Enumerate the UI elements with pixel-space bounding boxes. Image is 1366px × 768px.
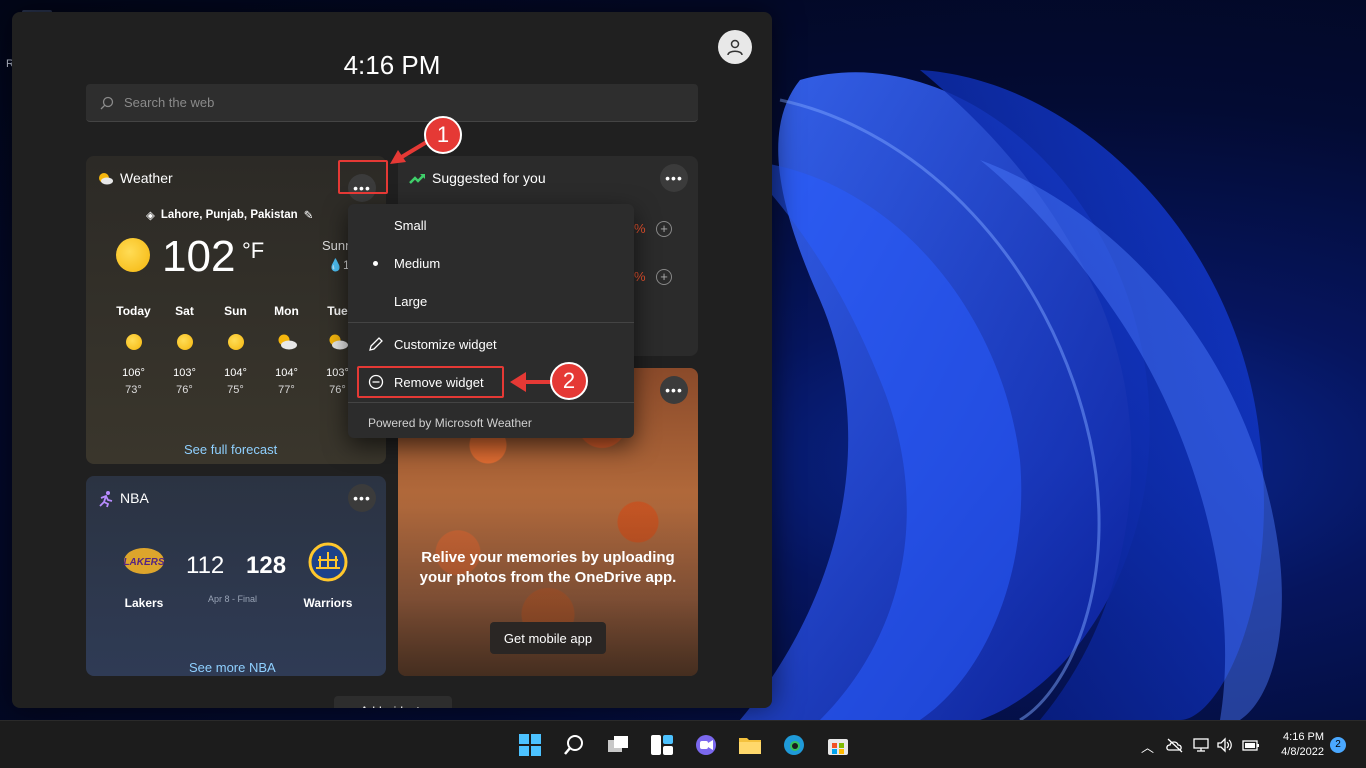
forecast-day[interactable]: Sat 103° 76°: [159, 304, 210, 396]
forecast-day-name: Sun: [224, 304, 247, 318]
menu-item-small[interactable]: Small: [348, 218, 634, 233]
team-name: Lakers: [124, 596, 164, 610]
trending-icon: [409, 174, 425, 184]
sun-icon: [125, 334, 142, 350]
chat-icon[interactable]: [694, 733, 718, 757]
menu-item-customize[interactable]: Customize widget: [348, 337, 634, 352]
store-icon[interactable]: [826, 733, 850, 757]
more-dots-icon: •••: [665, 382, 683, 398]
onedrive-offline-icon[interactable]: [1166, 737, 1184, 753]
current-temperature: 102: [162, 232, 236, 281]
user-icon: [727, 39, 743, 56]
chevron-up-icon[interactable]: ︿: [1141, 737, 1154, 756]
forecast-low: 75°: [227, 384, 244, 396]
forecast-day[interactable]: Today 106° 73°: [108, 304, 159, 396]
search-input[interactable]: Search the web: [86, 84, 698, 122]
nba-title: NBA: [120, 490, 149, 506]
see-full-forecast-link[interactable]: See full forecast: [184, 442, 277, 457]
menu-item-medium[interactable]: Medium: [348, 256, 634, 271]
sun-icon: [227, 334, 244, 350]
partly-cloudy-icon: [329, 334, 348, 350]
add-widgets-button[interactable]: Add widgets: [334, 696, 452, 708]
warriors-logo-icon: [308, 542, 348, 582]
get-mobile-app-button[interactable]: Get mobile app: [490, 622, 606, 654]
forecast-day[interactable]: Sun 104° 75°: [210, 304, 261, 396]
team-score: 128: [246, 552, 287, 579]
nba-more-button[interactable]: •••: [348, 484, 376, 512]
running-person-icon: [99, 491, 113, 508]
widgets-icon[interactable]: [650, 733, 674, 757]
taskbar-date: 4/8/2022: [1281, 746, 1324, 758]
notification-badge[interactable]: 2: [1330, 737, 1346, 753]
location-label: Lahore, Punjab, Pakistan: [160, 209, 298, 221]
photos-more-button[interactable]: •••: [660, 376, 688, 404]
widget-context-menu: Small Medium Large Customize widget Remo…: [348, 204, 634, 438]
forecast-day[interactable]: Mon 104° 77°: [261, 304, 312, 396]
search-placeholder: Search the web: [124, 95, 215, 110]
forecast-row: Today 106° 73° Sat 103° 76° Sun 104° 75°…: [108, 304, 363, 396]
file-explorer-icon[interactable]: [738, 733, 762, 757]
edit-pencil-icon: ✎: [303, 210, 314, 222]
photos-message: Relive your memories by uploading your p…: [419, 549, 677, 586]
add-icon[interactable]: +: [656, 269, 672, 285]
step-badge: 2: [550, 362, 588, 400]
weather-location[interactable]: ◈ Lahore, Punjab, Pakistan ✎: [146, 208, 313, 222]
suggested-percent: %: [634, 221, 646, 236]
start-icon[interactable]: [518, 733, 542, 757]
team-score: 112: [186, 552, 225, 579]
step-badge: 1: [424, 116, 462, 154]
network-icon[interactable]: [1193, 737, 1209, 753]
location-icon: ◈: [146, 210, 155, 222]
menu-footer: Powered by Microsoft Weather: [368, 416, 532, 430]
add-icon[interactable]: +: [656, 221, 672, 237]
forecast-high: 103°: [173, 367, 196, 379]
edge-icon[interactable]: [782, 733, 806, 757]
profile-avatar-button[interactable]: [718, 30, 752, 64]
forecast-high: 104°: [224, 367, 247, 379]
more-dots-icon: •••: [353, 490, 371, 506]
forecast-low: 73°: [125, 384, 142, 396]
forecast-high: 104°: [275, 367, 298, 379]
menu-divider: [348, 322, 634, 323]
suggested-percent: %: [634, 269, 646, 284]
forecast-low: 77°: [278, 384, 295, 396]
team-name: Warriors: [303, 596, 353, 610]
menu-divider: [348, 402, 634, 403]
forecast-day-name: Today: [116, 304, 151, 318]
game-status: Apr 8 - Final: [208, 594, 258, 604]
svg-text:LAKERS: LAKERS: [123, 557, 164, 568]
battery-icon[interactable]: [1240, 737, 1260, 753]
highlight-remove-widget: [357, 366, 504, 398]
volume-icon[interactable]: [1216, 737, 1234, 753]
more-dots-icon: •••: [665, 170, 683, 186]
taskbar-time: 4:16 PM: [1283, 731, 1324, 743]
task-view-icon[interactable]: [606, 733, 630, 757]
panel-clock: 4:16 PM: [343, 50, 441, 80]
forecast-high: 106°: [122, 367, 145, 379]
see-more-nba-link[interactable]: See more NBA: [189, 660, 276, 675]
taskbar-clock[interactable]: 4:16 PM 4/8/2022: [1272, 730, 1324, 760]
forecast-day-name: Sat: [175, 304, 194, 318]
nba-widget[interactable]: NBA ••• LAKERS Lakers 112 128 Apr 8 - Fi…: [86, 476, 386, 676]
lakers-logo-icon: LAKERS: [123, 548, 165, 574]
weather-title: Weather: [120, 170, 173, 186]
suggested-title: Suggested for you: [432, 170, 546, 186]
search-icon: [100, 96, 114, 109]
partly-cloudy-icon: [278, 334, 297, 350]
highlight-more-button: [338, 160, 388, 194]
forecast-day-name: Mon: [274, 304, 299, 318]
forecast-low: 76°: [176, 384, 193, 396]
search-icon[interactable]: [562, 733, 586, 757]
suggested-more-button[interactable]: •••: [660, 164, 688, 192]
arrow-icon: [510, 372, 552, 392]
weather-widget-icon: [99, 173, 113, 185]
taskbar: ︿ 4:16 PM 4/8/2022 2: [0, 720, 1366, 768]
temperature-unit: °F: [242, 238, 265, 263]
sun-icon: [176, 334, 193, 350]
menu-item-large[interactable]: Large: [348, 294, 634, 309]
weather-widget[interactable]: Weather ••• ◈ Lahore, Punjab, Pakistan ✎…: [86, 156, 386, 464]
sun-icon: [116, 238, 150, 272]
